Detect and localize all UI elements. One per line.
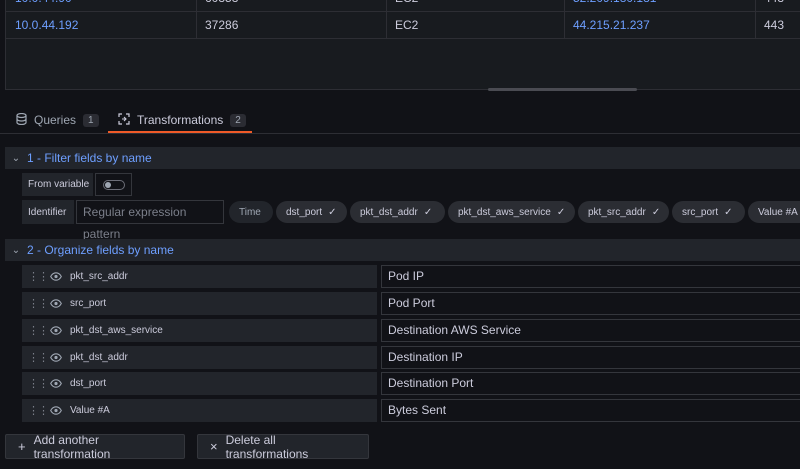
organize-field-row[interactable]: ⋮⋮ pkt_dst_aws_service (22, 319, 377, 342)
drag-handle-icon[interactable]: ⋮⋮ (28, 324, 49, 337)
filter-section-title: 1 - Filter fields by name (27, 151, 152, 165)
check-icon: ✓ (651, 206, 661, 218)
tabs-divider (0, 133, 800, 134)
chip-label: pkt_src_addr (588, 206, 646, 218)
field-name: pkt_dst_aws_service (70, 325, 163, 336)
check-icon: ✓ (423, 206, 433, 218)
field-chip-pkt-dst-aws-service[interactable]: pkt_dst_aws_service ✓ (448, 201, 575, 223)
field-chip-time[interactable]: Time (229, 201, 273, 223)
rename-field-input[interactable]: Pod Port (381, 292, 800, 315)
database-icon (16, 112, 27, 128)
organize-field-row[interactable]: ⋮⋮ Value #A (22, 399, 377, 422)
eye-icon[interactable] (46, 406, 66, 415)
eye-icon[interactable] (46, 299, 66, 308)
from-variable-toggle[interactable] (103, 180, 125, 190)
chip-label: pkt_dst_aws_service (458, 206, 551, 218)
field-name: pkt_src_addr (70, 271, 128, 282)
table-cell-port: 37286 (205, 18, 239, 32)
chevron-down-icon[interactable]: ⌄ (5, 153, 27, 164)
organize-section-title: 2 - Organize fields by name (27, 243, 174, 257)
chip-label: Value #A (758, 206, 798, 218)
filter-section-header[interactable]: ⌄ 1 - Filter fields by name (5, 147, 800, 169)
field-chip-value-a[interactable]: Value #A (748, 201, 800, 223)
eye-icon[interactable] (46, 326, 66, 335)
organize-field-row[interactable]: ⋮⋮ pkt_dst_addr (22, 346, 377, 369)
chip-label: Time (239, 206, 261, 218)
horizontal-scrollbar[interactable] (488, 88, 637, 91)
field-chip-pkt-src-addr[interactable]: pkt_src_addr ✓ (578, 201, 669, 223)
delete-transformations-button[interactable]: × Delete all transformations (197, 432, 369, 461)
rename-field-input[interactable]: Bytes Sent (381, 399, 800, 422)
from-variable-toggle-wrapper (95, 173, 132, 196)
from-variable-label: From variable (22, 173, 93, 196)
field-name: Value #A (70, 405, 110, 416)
rename-field-input[interactable]: Destination AWS Service (381, 319, 800, 342)
table-cell-ip[interactable]: 10.0.44.90 (6, 0, 196, 11)
regex-pattern-input[interactable]: Regular expression pattern (76, 200, 224, 241)
organize-field-row[interactable]: ⋮⋮ dst_port (22, 372, 377, 395)
eye-icon[interactable] (46, 379, 66, 388)
table-row: 10.0.44.192 37286 EC2 44.215.21.237 443 (6, 12, 800, 39)
table-cell-dport: 443 (755, 0, 800, 11)
tab-transformations[interactable]: Transformations 2 (118, 110, 246, 130)
eye-icon[interactable] (46, 353, 66, 362)
transform-icon (118, 112, 130, 128)
eye-icon[interactable] (46, 272, 66, 281)
plus-icon: + (18, 439, 26, 454)
check-icon: ✓ (556, 206, 566, 218)
table-cell-dest[interactable]: 44.215.21.237 (564, 12, 756, 38)
drag-handle-icon[interactable]: ⋮⋮ (28, 270, 49, 283)
tab-queries[interactable]: Queries 1 (16, 110, 99, 130)
chip-label: dst_port (286, 206, 323, 218)
table-cell-port: 60353 (196, 0, 386, 11)
organize-section-header[interactable]: ⌄ 2 - Organize fields by name (5, 239, 800, 261)
drag-handle-icon[interactable]: ⋮⋮ (28, 404, 49, 417)
check-icon: ✓ (328, 206, 337, 218)
field-name: pkt_dst_addr (70, 352, 128, 363)
field-name: src_port (70, 298, 107, 309)
chevron-down-icon[interactable]: ⌄ (5, 245, 27, 256)
field-chip-dst-port[interactable]: dst_port ✓ (276, 201, 347, 223)
tab-queries-count: 1 (83, 113, 99, 127)
field-name: dst_port (70, 378, 107, 389)
field-chip-src-port[interactable]: src_port ✓ (672, 201, 745, 223)
check-icon: ✓ (724, 206, 733, 218)
field-chip-pkt-dst-addr[interactable]: pkt_dst_addr ✓ (350, 201, 445, 223)
rename-field-input[interactable]: Destination Port (381, 372, 800, 395)
tab-queries-label: Queries (34, 113, 77, 127)
rename-field-input[interactable]: Destination IP (381, 346, 800, 369)
table-row: 10.0.44.90 60353 EC2 52.209.180.181 443 (6, 0, 800, 12)
table-cell-service: EC2 (386, 0, 572, 11)
identifier-label: Identifier (22, 200, 74, 224)
delete-transformations-label: Delete all transformations (225, 432, 309, 461)
chip-label: pkt_dst_addr (360, 206, 418, 218)
table-cell-ip[interactable]: 10.0.44.192 (6, 12, 196, 38)
table-preview: 10.0.44.90 60353 EC2 52.209.180.181 443 … (5, 0, 800, 90)
rename-field-input[interactable]: Pod IP (381, 265, 800, 288)
tab-transformations-label: Transformations (137, 113, 224, 127)
tab-transformations-count: 2 (230, 113, 246, 127)
drag-handle-icon[interactable]: ⋮⋮ (28, 377, 49, 390)
table-cell-dest[interactable]: 52.209.180.181 (564, 0, 756, 11)
drag-handle-icon[interactable]: ⋮⋮ (28, 351, 49, 364)
drag-handle-icon[interactable]: ⋮⋮ (28, 297, 49, 310)
add-transformation-button[interactable]: + Add another transformation (5, 432, 185, 461)
table-cell-service: EC2 (395, 18, 419, 32)
add-transformation-label: Add another transformation (33, 432, 111, 461)
chip-label: src_port (682, 206, 719, 218)
organize-field-row[interactable]: ⋮⋮ src_port (22, 292, 377, 315)
close-icon: × (210, 439, 218, 454)
table-cell-dport: 443 (764, 18, 785, 32)
organize-field-row[interactable]: ⋮⋮ pkt_src_addr (22, 265, 377, 288)
